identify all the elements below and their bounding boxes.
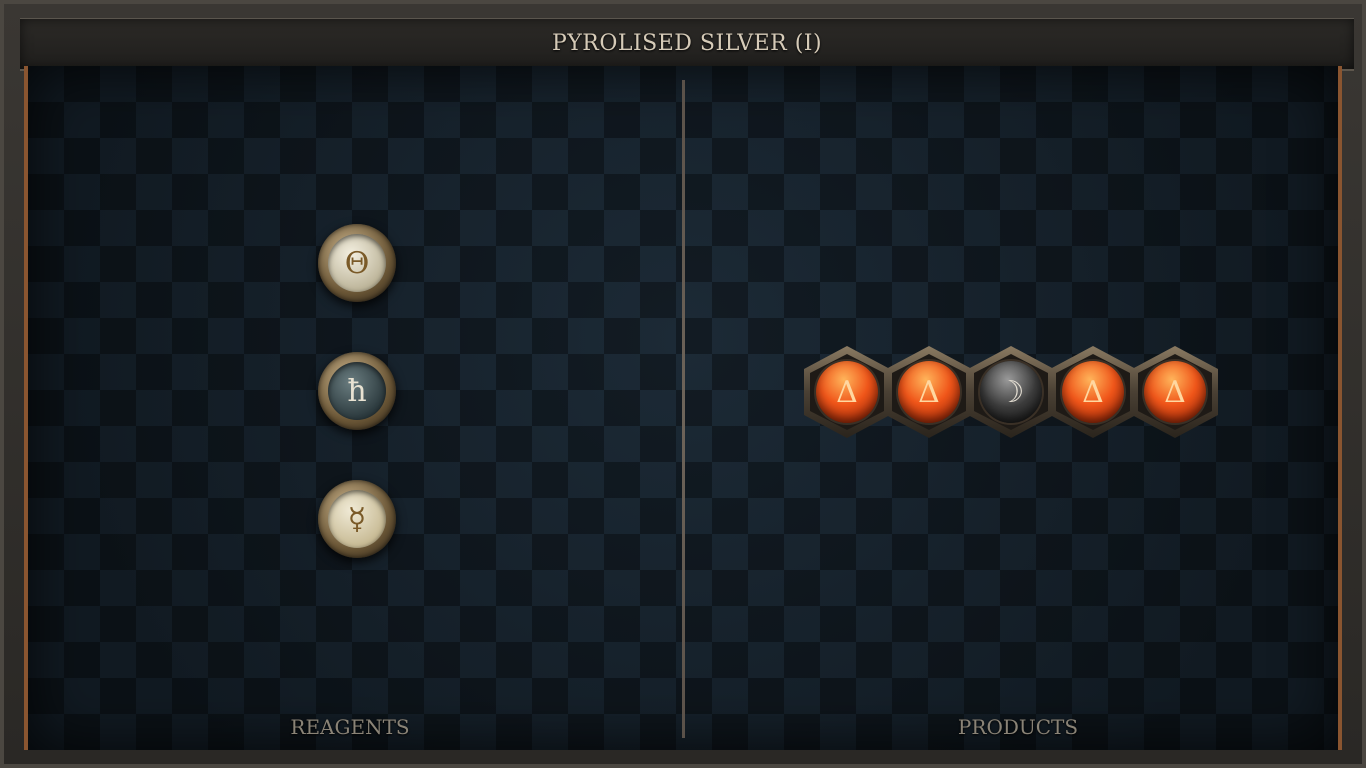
panel-divider xyxy=(682,80,685,738)
salt-symbol-icon: Θ xyxy=(328,234,386,292)
reagent-lead[interactable]: ħ xyxy=(318,352,396,430)
fire-symbol-icon: Δ xyxy=(898,361,960,423)
quicksilver-symbol-icon: ☿ xyxy=(328,490,386,548)
reagent-quicksilver[interactable]: ☿ xyxy=(318,480,396,558)
fire-symbol-icon: Δ xyxy=(1144,361,1206,423)
fire-symbol-icon: Δ xyxy=(1062,361,1124,423)
fire-symbol-icon: Δ xyxy=(816,361,878,423)
reagent-salt[interactable]: Θ xyxy=(318,224,396,302)
reagents-label: REAGENTS xyxy=(290,715,410,739)
lead-symbol-icon: ħ xyxy=(328,362,386,420)
products-label: PRODUCTS xyxy=(957,715,1079,739)
title-bar: PYROLISED SILVER (I) xyxy=(20,18,1354,71)
puzzle-title: PYROLISED SILVER (I) xyxy=(551,31,823,56)
silver-moon-icon: ☽ xyxy=(980,361,1042,423)
